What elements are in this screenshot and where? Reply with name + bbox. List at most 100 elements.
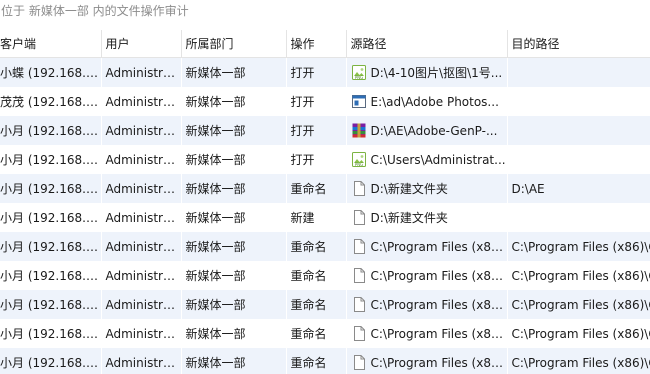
table-row[interactable]: 小月 (192.168.3... Administra... 新媒体一部 打开 PNG C… — [0, 145, 650, 174]
cell-source-path: E:\ad\Adobe Photos... — [346, 87, 508, 116]
cell-department: 新媒体一部 — [181, 57, 287, 87]
file-icon — [352, 268, 366, 283]
cell-dest-path: C:\Program Files (x86)\C — [507, 290, 650, 319]
source-path-text: D:\4-10图片\抠图\1号... — [370, 66, 503, 80]
cell-user: Administra... — [101, 145, 182, 174]
cell-client: 小月 (192.168.3... — [0, 319, 102, 348]
cell-source-path: C:\Program Files (x86... — [346, 348, 508, 374]
cell-dest-path — [507, 57, 650, 87]
cell-client: 小月 (192.168.3... — [0, 116, 102, 145]
column-header-client[interactable]: 客户端 — [0, 30, 102, 58]
cell-dest-path: C:\Program Files (x86)\C — [507, 232, 650, 261]
cell-department: 新媒体一部 — [181, 232, 287, 261]
archive-icon — [352, 123, 366, 138]
file-icon — [352, 239, 366, 254]
source-path-text: C:\Program Files (x86... — [370, 326, 507, 341]
cell-dest-path: C:\Program Files (x86)\C — [507, 319, 650, 348]
cell-client: 小月 (192.168.3... — [0, 232, 102, 261]
cell-dest-path: D:\AE — [507, 174, 650, 203]
png-image-icon: PNG — [351, 65, 366, 80]
file-icon — [352, 297, 366, 312]
cell-operation: 重命名 — [286, 174, 347, 203]
cell-operation: 新建 — [286, 203, 347, 232]
cell-user: Administra... — [101, 203, 182, 232]
column-header-operation[interactable]: 操作 — [286, 30, 347, 58]
cell-operation: 打开 — [286, 57, 347, 87]
table-row[interactable]: 小月 (192.168.3... Administra... 新媒体一部 重命名 C:\… — [0, 261, 650, 290]
cell-dest-path — [507, 116, 650, 145]
table-row[interactable]: 小月 (192.168.3... Administra... 新媒体一部 新建 D:\新… — [0, 203, 650, 232]
table-row[interactable]: 小月 (192.168.3... Administra... 新媒体一部 重命名 C:\… — [0, 348, 650, 374]
column-header-dest-path[interactable]: 目的路径 — [507, 30, 650, 58]
cell-source-path: C:\Program Files (x86... — [346, 232, 508, 261]
cell-user: Administra... — [101, 87, 182, 116]
cell-operation: 打开 — [286, 87, 347, 116]
cell-user: Administra... — [101, 348, 182, 374]
table-row[interactable]: 茂茂 (192.168.3... Administra... 新媒体一部 打开 E:\a… — [0, 87, 650, 116]
cell-department: 新媒体一部 — [181, 116, 287, 145]
table-row[interactable]: 小月 (192.168.3... Administra... 新媒体一部 重命名 C:\… — [0, 319, 650, 348]
cell-dest-path — [507, 87, 650, 116]
file-icon — [352, 181, 366, 196]
file-icon — [352, 210, 366, 225]
cell-dest-path: C:\Program Files (x86)\C — [507, 261, 650, 290]
cell-user: Administra... — [101, 57, 182, 87]
table-row[interactable]: 小月 (192.168.3... Administra... 新媒体一部 重命名 D:\… — [0, 174, 650, 203]
file-icon — [352, 355, 366, 370]
source-path-text: C:\Users\Administrat... — [370, 152, 506, 167]
cell-source-path: PNG D:\4-10图片\抠图\1号... — [346, 57, 508, 87]
source-path-text: D:\AE\Adobe-GenP-... — [370, 123, 498, 138]
cell-department: 新媒体一部 — [181, 348, 287, 374]
png-image-icon: PNG — [351, 152, 366, 167]
svg-text:PNG: PNG — [354, 162, 363, 167]
cell-operation: 重命名 — [286, 261, 347, 290]
search-filter-text[interactable]: 位于 新媒体一部 内的文件操作审计 — [0, 0, 650, 26]
cell-user: Administra... — [101, 116, 182, 145]
source-path-text: C:\Program Files (x86... — [370, 355, 507, 370]
cell-source-path: D:\新建文件夹 — [346, 203, 508, 232]
table-header-row: 客户端 用户 所属部门 操作 源路径 目的路径 — [0, 30, 650, 58]
source-path-text: C:\Program Files (x86... — [370, 268, 507, 283]
source-path-text: D:\新建文件夹 — [370, 182, 448, 196]
cell-operation: 打开 — [286, 145, 347, 174]
cell-dest-path — [507, 203, 650, 232]
column-header-department[interactable]: 所属部门 — [181, 30, 287, 58]
cell-client: 小月 (192.168.3... — [0, 145, 102, 174]
table-row[interactable]: 小月 (192.168.3... Administra... 新媒体一部 打开 D:\A… — [0, 116, 650, 145]
cell-dest-path: C:\Program Files (x86)\C — [507, 348, 650, 374]
cell-department: 新媒体一部 — [181, 174, 287, 203]
table-row[interactable]: 小蝶 (192.168.3... Administra... 新媒体一部 打开 PNG D… — [0, 57, 650, 87]
cell-source-path: D:\新建文件夹 — [346, 174, 508, 203]
app-window-icon — [351, 94, 366, 109]
cell-source-path: C:\Program Files (x86... — [346, 261, 508, 290]
cell-client: 小月 (192.168.3... — [0, 348, 102, 374]
cell-department: 新媒体一部 — [181, 290, 287, 319]
file-icon — [352, 326, 366, 341]
cell-department: 新媒体一部 — [181, 87, 287, 116]
source-path-text: C:\Program Files (x86... — [370, 239, 507, 254]
source-path-text: C:\Program Files (x86... — [370, 297, 507, 312]
cell-client: 茂茂 (192.168.3... — [0, 87, 102, 116]
table-row[interactable]: 小月 (192.168.3... Administra... 新媒体一部 重命名 C:\… — [0, 290, 650, 319]
cell-source-path: D:\AE\Adobe-GenP-... — [346, 116, 508, 145]
cell-department: 新媒体一部 — [181, 319, 287, 348]
cell-operation: 重命名 — [286, 232, 347, 261]
cell-client: 小蝶 (192.168.3... — [0, 57, 102, 87]
svg-text:PNG: PNG — [354, 75, 363, 80]
column-header-user[interactable]: 用户 — [101, 30, 182, 58]
cell-user: Administra... — [101, 174, 182, 203]
cell-operation: 重命名 — [286, 348, 347, 374]
source-path-text: E:\ad\Adobe Photos... — [370, 94, 499, 109]
cell-client: 小月 (192.168.3... — [0, 290, 102, 319]
cell-source-path: PNG C:\Users\Administrat... — [346, 145, 508, 174]
source-path-text: D:\新建文件夹 — [370, 211, 448, 225]
cell-department: 新媒体一部 — [181, 261, 287, 290]
cell-department: 新媒体一部 — [181, 203, 287, 232]
column-header-source-path[interactable]: 源路径 — [346, 30, 508, 58]
table-row[interactable]: 小月 (192.168.3... Administra... 新媒体一部 重命名 C:\… — [0, 232, 650, 261]
cell-dest-path — [507, 145, 650, 174]
cell-operation: 打开 — [286, 116, 347, 145]
cell-user: Administra... — [101, 319, 182, 348]
cell-client: 小月 (192.168.3... — [0, 261, 102, 290]
cell-operation: 重命名 — [286, 290, 347, 319]
